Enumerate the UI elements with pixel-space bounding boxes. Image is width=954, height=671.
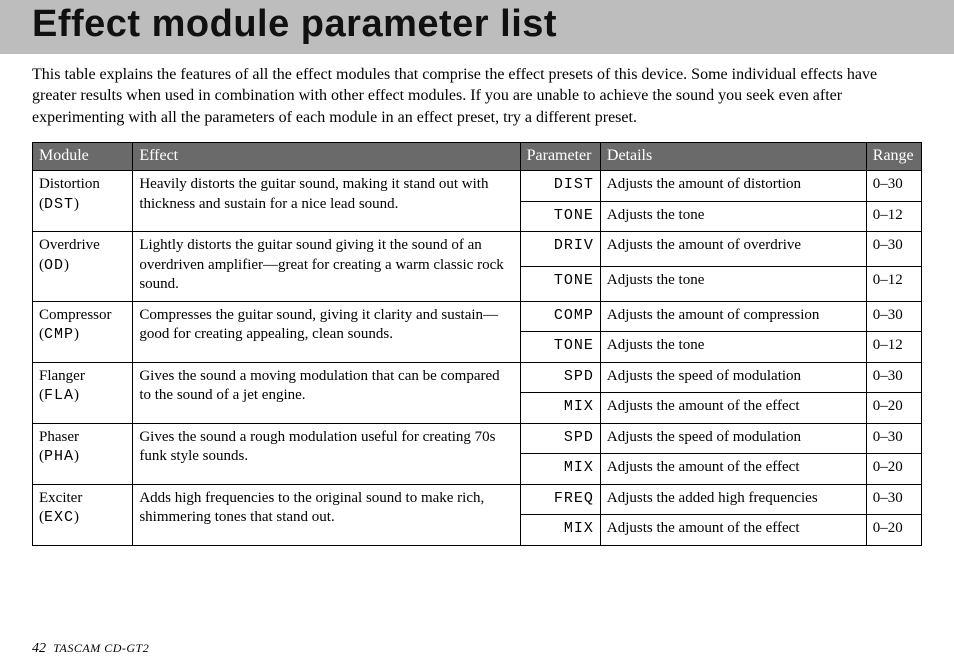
parameter-details: Adjusts the amount of the effect [600,454,866,485]
module-cell: Distortion(DST) [33,171,133,232]
parameter-range: 0–30 [866,362,921,393]
parameter-range: 0–30 [866,484,921,515]
module-code: (DST) [39,195,126,215]
module-name: Exciter [39,489,126,509]
parameter-details: Adjusts the amount of the effect [600,515,866,546]
parameter-range: 0–12 [866,266,921,301]
parameter-range: 0–12 [866,332,921,363]
effect-description: Compresses the guitar sound, giving it c… [133,301,520,362]
title-banner: Effect module parameter list [0,0,954,54]
parameter-details: Adjusts the amount of distortion [600,171,866,202]
module-name: Overdrive [39,236,126,256]
parameter-name: DIST [520,171,600,202]
parameter-name: FREQ [520,484,600,515]
module-code: (EXC) [39,508,126,528]
module-code-text: OD [44,257,64,274]
module-cell: Exciter(EXC) [33,484,133,545]
module-name: Distortion [39,175,126,195]
document-page: Effect module parameter list This table … [0,0,954,671]
parameter-range: 0–30 [866,232,921,267]
table-row: Flanger(FLA)Gives the sound a moving mod… [33,362,922,393]
parameter-range: 0–12 [866,201,921,232]
parameter-details: Adjusts the added high frequencies [600,484,866,515]
page-footer: 42 TASCAM CD-GT2 [32,640,149,657]
parameter-name: MIX [520,454,600,485]
module-code: (FLA) [39,386,126,406]
module-code-text: FLA [44,387,74,404]
parameter-range: 0–30 [866,171,921,202]
effect-description: Adds high frequencies to the original so… [133,484,520,545]
parameter-name: COMP [520,301,600,332]
parameter-name: TONE [520,266,600,301]
module-code: (OD) [39,256,126,276]
col-header-details: Details [600,143,866,171]
table-row: Compressor(CMP)Compresses the guitar sou… [33,301,922,332]
col-header-effect: Effect [133,143,520,171]
page-number: 42 [32,641,46,656]
table-row: Overdrive(OD)Lightly distorts the guitar… [33,232,922,267]
parameter-name: TONE [520,201,600,232]
parameter-range: 0–20 [866,393,921,424]
parameter-details: Adjusts the amount of overdrive [600,232,866,267]
parameter-name: MIX [520,515,600,546]
table-header-row: Module Effect Parameter Details Range [33,143,922,171]
module-code: (PHA) [39,447,126,467]
effect-description: Gives the sound a moving modulation that… [133,362,520,423]
module-code-text: EXC [44,509,74,526]
parameter-details: Adjusts the tone [600,332,866,363]
module-cell: Flanger(FLA) [33,362,133,423]
table-row: Exciter(EXC)Adds high frequencies to the… [33,484,922,515]
parameter-name: SPD [520,423,600,454]
module-code-text: PHA [44,448,74,465]
table-row: Phaser(PHA)Gives the sound a rough modul… [33,423,922,454]
effect-modules-table: Module Effect Parameter Details Range Di… [32,142,922,545]
module-cell: Phaser(PHA) [33,423,133,484]
parameter-range: 0–30 [866,301,921,332]
module-name: Phaser [39,428,126,448]
parameter-name: MIX [520,393,600,424]
effect-description: Heavily distorts the guitar sound, makin… [133,171,520,232]
product-name: TASCAM CD-GT2 [53,641,149,655]
parameter-details: Adjusts the speed of modulation [600,423,866,454]
module-cell: Overdrive(OD) [33,232,133,302]
col-header-parameter: Parameter [520,143,600,171]
intro-paragraph: This table explains the features of all … [0,54,954,129]
parameter-range: 0–20 [866,515,921,546]
parameter-details: Adjusts the amount of the effect [600,393,866,424]
parameter-name: TONE [520,332,600,363]
table-wrapper: Module Effect Parameter Details Range Di… [0,128,954,545]
effect-description: Lightly distorts the guitar sound giving… [133,232,520,302]
parameter-details: Adjusts the tone [600,201,866,232]
parameter-name: SPD [520,362,600,393]
module-code: (CMP) [39,325,126,345]
module-name: Flanger [39,367,126,387]
col-header-range: Range [866,143,921,171]
parameter-details: Adjusts the amount of compression [600,301,866,332]
parameter-details: Adjusts the speed of modulation [600,362,866,393]
module-cell: Compressor(CMP) [33,301,133,362]
parameter-range: 0–20 [866,454,921,485]
parameter-details: Adjusts the tone [600,266,866,301]
col-header-module: Module [33,143,133,171]
parameter-range: 0–30 [866,423,921,454]
module-code-text: CMP [44,326,74,343]
module-name: Compressor [39,306,126,326]
module-code-text: DST [44,196,74,213]
effect-description: Gives the sound a rough modulation usefu… [133,423,520,484]
parameter-name: DRIV [520,232,600,267]
table-row: Distortion(DST)Heavily distorts the guit… [33,171,922,202]
page-title: Effect module parameter list [32,2,922,48]
